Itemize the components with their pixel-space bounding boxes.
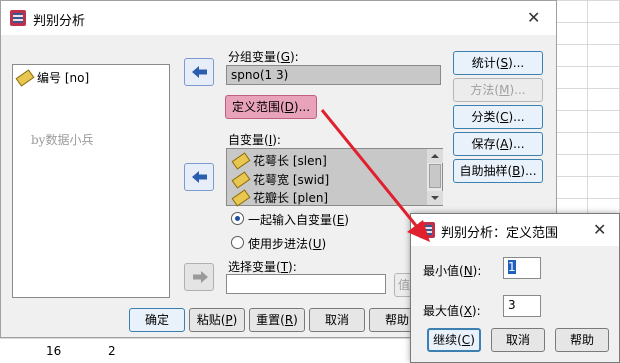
sub-dialog-titlebar: 判别分析：定义范围 ✕ <box>411 214 619 246</box>
cancel-button[interactable]: 取消 <box>491 328 545 352</box>
watermark: by数据小兵 <box>31 133 94 147</box>
close-icon[interactable]: ✕ <box>593 222 606 238</box>
arrow-right-icon <box>193 271 208 283</box>
continue-button[interactable]: 继续(C) <box>427 328 481 352</box>
reset-button[interactable]: 重置(R) <box>249 308 305 332</box>
independents-scrollbar[interactable] <box>426 149 443 205</box>
independents-label: 自变量(I): <box>228 133 281 147</box>
ruler-icon <box>15 69 35 87</box>
list-item[interactable]: 花瓣长 [plen] <box>231 189 328 207</box>
background-cell: 2 <box>108 344 116 358</box>
scroll-down-icon[interactable] <box>427 191 443 205</box>
ruler-icon <box>231 152 251 170</box>
max-value-input[interactable]: 3 <box>503 295 541 317</box>
spss-app-icon <box>10 10 26 26</box>
selection-variable-label: 选择变量(T): <box>228 260 297 274</box>
background-cell: 16 <box>46 344 62 358</box>
stepwise-radio[interactable] <box>231 236 244 249</box>
classify-button[interactable]: 分类(C)... <box>453 105 543 129</box>
grouping-variable-field[interactable]: spno(1 3) <box>226 65 441 85</box>
enter-together-label: 一起输入自变量(E) <box>248 213 349 227</box>
scroll-up-icon[interactable] <box>427 149 443 163</box>
bootstrap-button[interactable]: 自助抽样(B)... <box>453 159 543 183</box>
independents-list[interactable]: 花萼长 [slen] 花萼宽 [swid] 花瓣长 [plen] <box>226 148 443 207</box>
arrow-left-icon <box>192 66 207 78</box>
move-to-independents-button[interactable] <box>184 163 214 191</box>
ok-button[interactable]: 确定 <box>129 308 185 332</box>
min-value-label: 最小值(N): <box>423 264 482 278</box>
move-to-selection-button[interactable] <box>184 263 214 291</box>
ruler-icon <box>231 189 251 207</box>
define-range-button[interactable]: 定义范围(D)... <box>225 95 317 119</box>
dialog-title: 判别分析 <box>33 14 86 29</box>
source-variable-list[interactable]: 编号 [no] by数据小兵 <box>12 64 170 298</box>
grouping-variable-label: 分组变量(G): <box>228 50 299 64</box>
max-value-label: 最大值(X): <box>423 304 481 318</box>
help-button[interactable]: 帮助 <box>555 328 609 352</box>
cancel-button[interactable]: 取消 <box>309 308 365 332</box>
dialog-titlebar: 判别分析 ✕ <box>1 1 556 35</box>
save-button[interactable]: 保存(A)... <box>453 132 543 156</box>
enter-together-radio[interactable] <box>231 212 244 225</box>
method-button[interactable]: 方法(M)... <box>453 78 543 102</box>
sub-dialog-title: 判别分析：定义范围 <box>441 226 559 241</box>
ruler-icon <box>231 171 251 189</box>
stepwise-label: 使用步进法(U) <box>248 237 327 251</box>
list-item[interactable]: 编号 [no] <box>15 69 89 87</box>
selection-variable-field[interactable] <box>226 274 386 294</box>
min-value-input[interactable]: 1 <box>503 257 541 279</box>
close-icon[interactable]: ✕ <box>527 10 540 26</box>
list-item[interactable]: 花萼长 [slen] <box>231 152 327 170</box>
spss-app-icon <box>419 222 435 238</box>
list-item[interactable]: 花萼宽 [swid] <box>231 171 329 189</box>
arrow-left-icon <box>192 171 207 183</box>
move-to-grouping-button[interactable] <box>184 58 214 86</box>
statistics-button[interactable]: 统计(S)... <box>453 51 543 75</box>
paste-button[interactable]: 粘贴(P) <box>189 308 245 332</box>
define-range-dialog: 判别分析：定义范围 ✕ 最小值(N): 1 最大值(X): 3 继续(C) 取消… <box>410 213 620 363</box>
scroll-thumb[interactable] <box>429 164 441 188</box>
